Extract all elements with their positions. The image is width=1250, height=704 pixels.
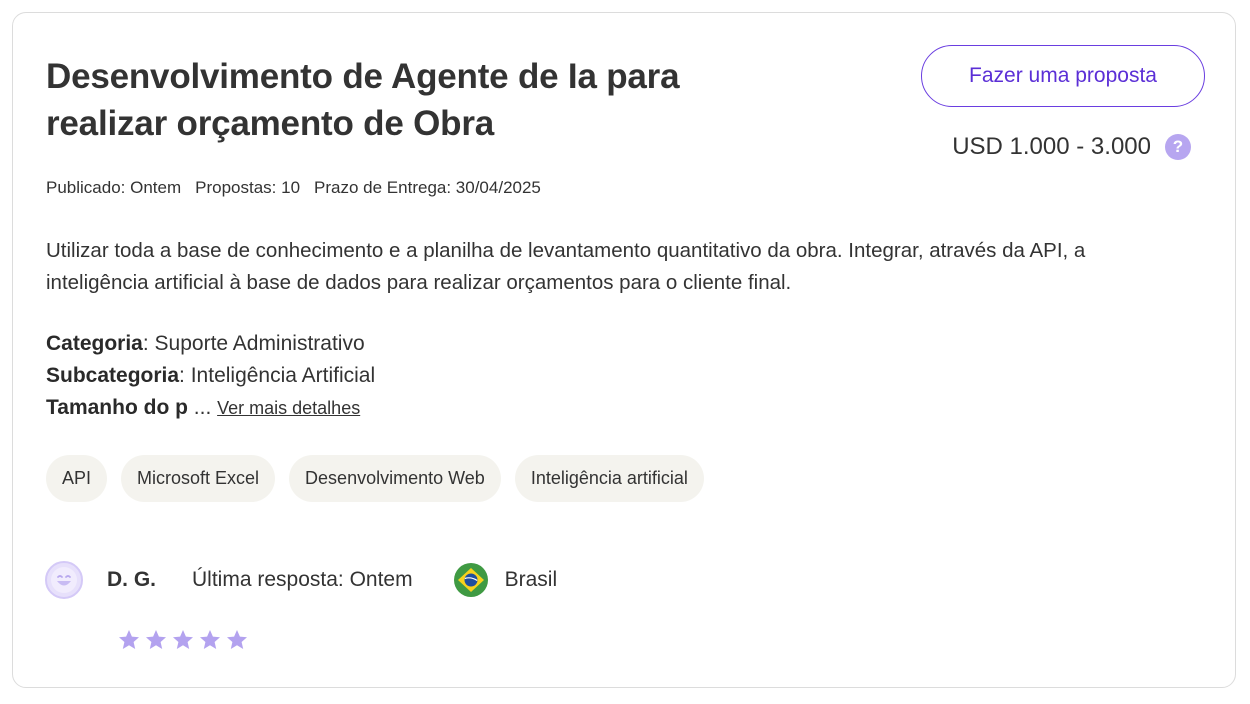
star-icon	[200, 630, 220, 649]
category-row: Categoria: Suporte Administrativo	[46, 328, 375, 360]
tag-artificial-intelligence[interactable]: Inteligência artificial	[514, 455, 704, 502]
skill-tags: API Microsoft Excel Desenvolvimento Web …	[46, 455, 704, 502]
project-card: Desenvolvimento de Agente de Ia para rea…	[12, 12, 1236, 688]
subcategory-label: Subcategoria	[46, 364, 180, 387]
size-label: Tamanho do p	[46, 396, 188, 419]
more-details-link[interactable]: Ver mais detalhes	[217, 398, 360, 418]
published-date: Publicado: Ontem	[46, 178, 182, 197]
subcategory-value: : Inteligência Artificial	[179, 364, 376, 387]
client-rating	[117, 628, 249, 652]
star-icon	[227, 630, 247, 649]
last-reply: Última resposta: Ontem	[192, 568, 413, 591]
brazil-flag-icon	[453, 562, 489, 598]
category-value: : Suporte Administrativo	[142, 332, 365, 355]
make-proposal-button[interactable]: Fazer uma proposta	[921, 45, 1205, 107]
tag-microsoft-excel[interactable]: Microsoft Excel	[121, 455, 276, 502]
project-description: Utilizar toda a base de conhecimento e a…	[46, 239, 1086, 294]
tag-api[interactable]: API	[46, 455, 108, 502]
help-icon[interactable]: ?	[1165, 134, 1191, 160]
star-icon	[173, 630, 193, 649]
size-ellipsis: ...	[187, 396, 218, 419]
star-icon	[146, 630, 166, 649]
proposal-count: Propostas: 10	[195, 178, 301, 197]
budget-range: USD 1.000 - 3.000 ?	[952, 133, 1191, 161]
subcategory-row: Subcategoria: Inteligência Artificial	[46, 360, 375, 392]
category-label: Categoria	[46, 332, 143, 355]
delivery-deadline: Prazo de Entrega: 30/04/2025	[314, 178, 541, 197]
client-name[interactable]: D. G.	[107, 568, 156, 592]
project-meta: Publicado: Ontem Propostas: 10 Prazo de …	[46, 178, 541, 198]
star-icon	[119, 630, 139, 649]
project-details: Categoria: Suporte Administrativo Subcat…	[46, 328, 375, 424]
tag-web-development[interactable]: Desenvolvimento Web	[289, 455, 501, 502]
client-country: Brasil	[504, 568, 558, 591]
size-row: Tamanho do p ... Ver mais detalhes	[46, 392, 375, 424]
project-title[interactable]: Desenvolvimento de Agente de Ia para rea…	[46, 53, 766, 147]
budget-value: USD 1.000 - 3.000	[952, 133, 1151, 160]
smiley-face-icon[interactable]	[45, 561, 83, 599]
client-info: D. G. Última resposta: Ontem Brasil	[45, 561, 557, 599]
